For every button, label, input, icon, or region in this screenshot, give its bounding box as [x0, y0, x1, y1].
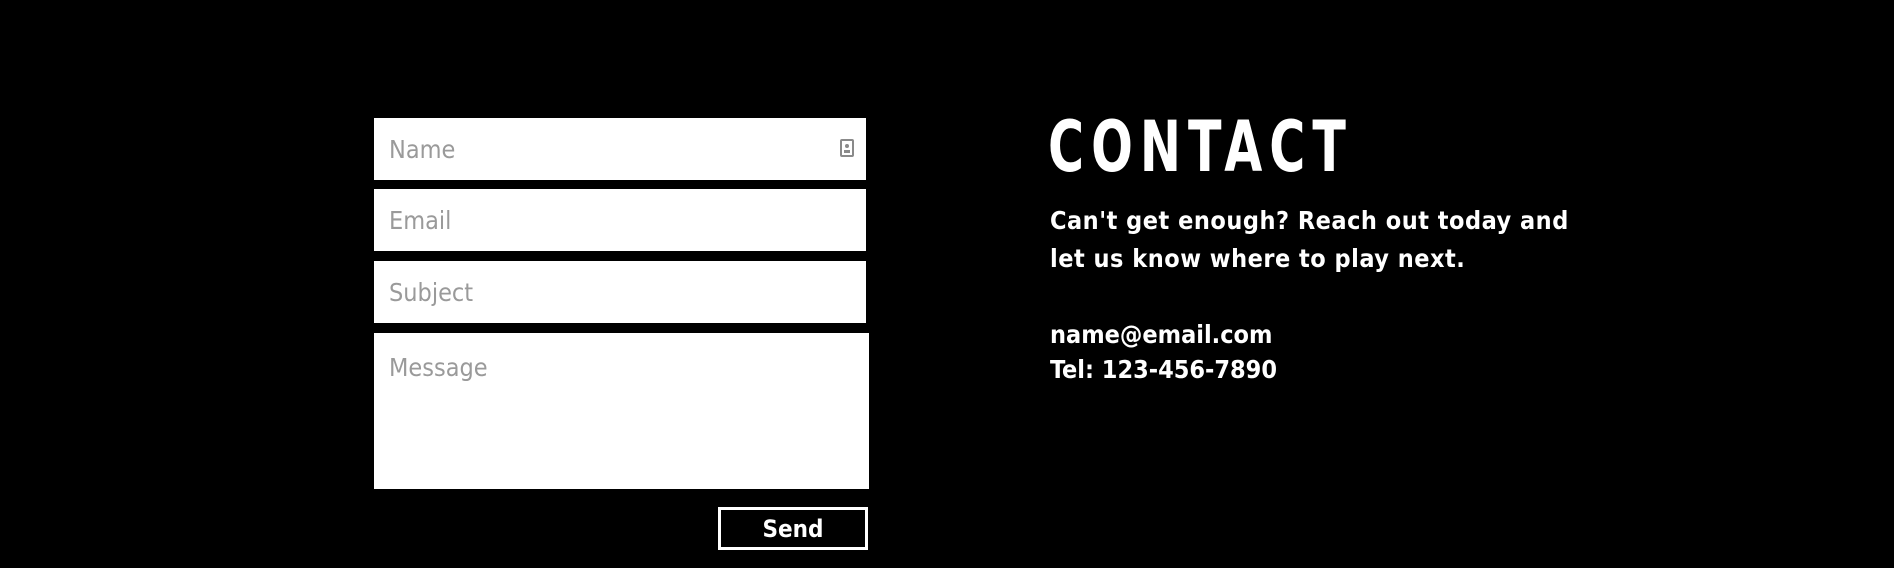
- subject-input[interactable]: [374, 261, 866, 323]
- email-field-container: [374, 189, 866, 251]
- name-field-container: [374, 118, 866, 180]
- name-input[interactable]: [374, 118, 866, 180]
- contact-email: name@email.com: [1050, 320, 1273, 349]
- contact-section: Send CONTACT Can't get enough? Reach out…: [0, 0, 1894, 568]
- contact-intro-text: Can't get enough? Reach out today and le…: [1050, 206, 1569, 273]
- contact-card-icon[interactable]: [840, 139, 854, 157]
- send-button[interactable]: Send: [718, 507, 868, 550]
- contact-title: CONTACT: [1048, 106, 1353, 188]
- message-textarea[interactable]: [374, 333, 869, 489]
- subject-field-container: [374, 261, 866, 323]
- contact-phone: Tel: 123-456-7890: [1050, 355, 1277, 384]
- message-field-container: [374, 333, 869, 489]
- email-input[interactable]: [374, 189, 866, 251]
